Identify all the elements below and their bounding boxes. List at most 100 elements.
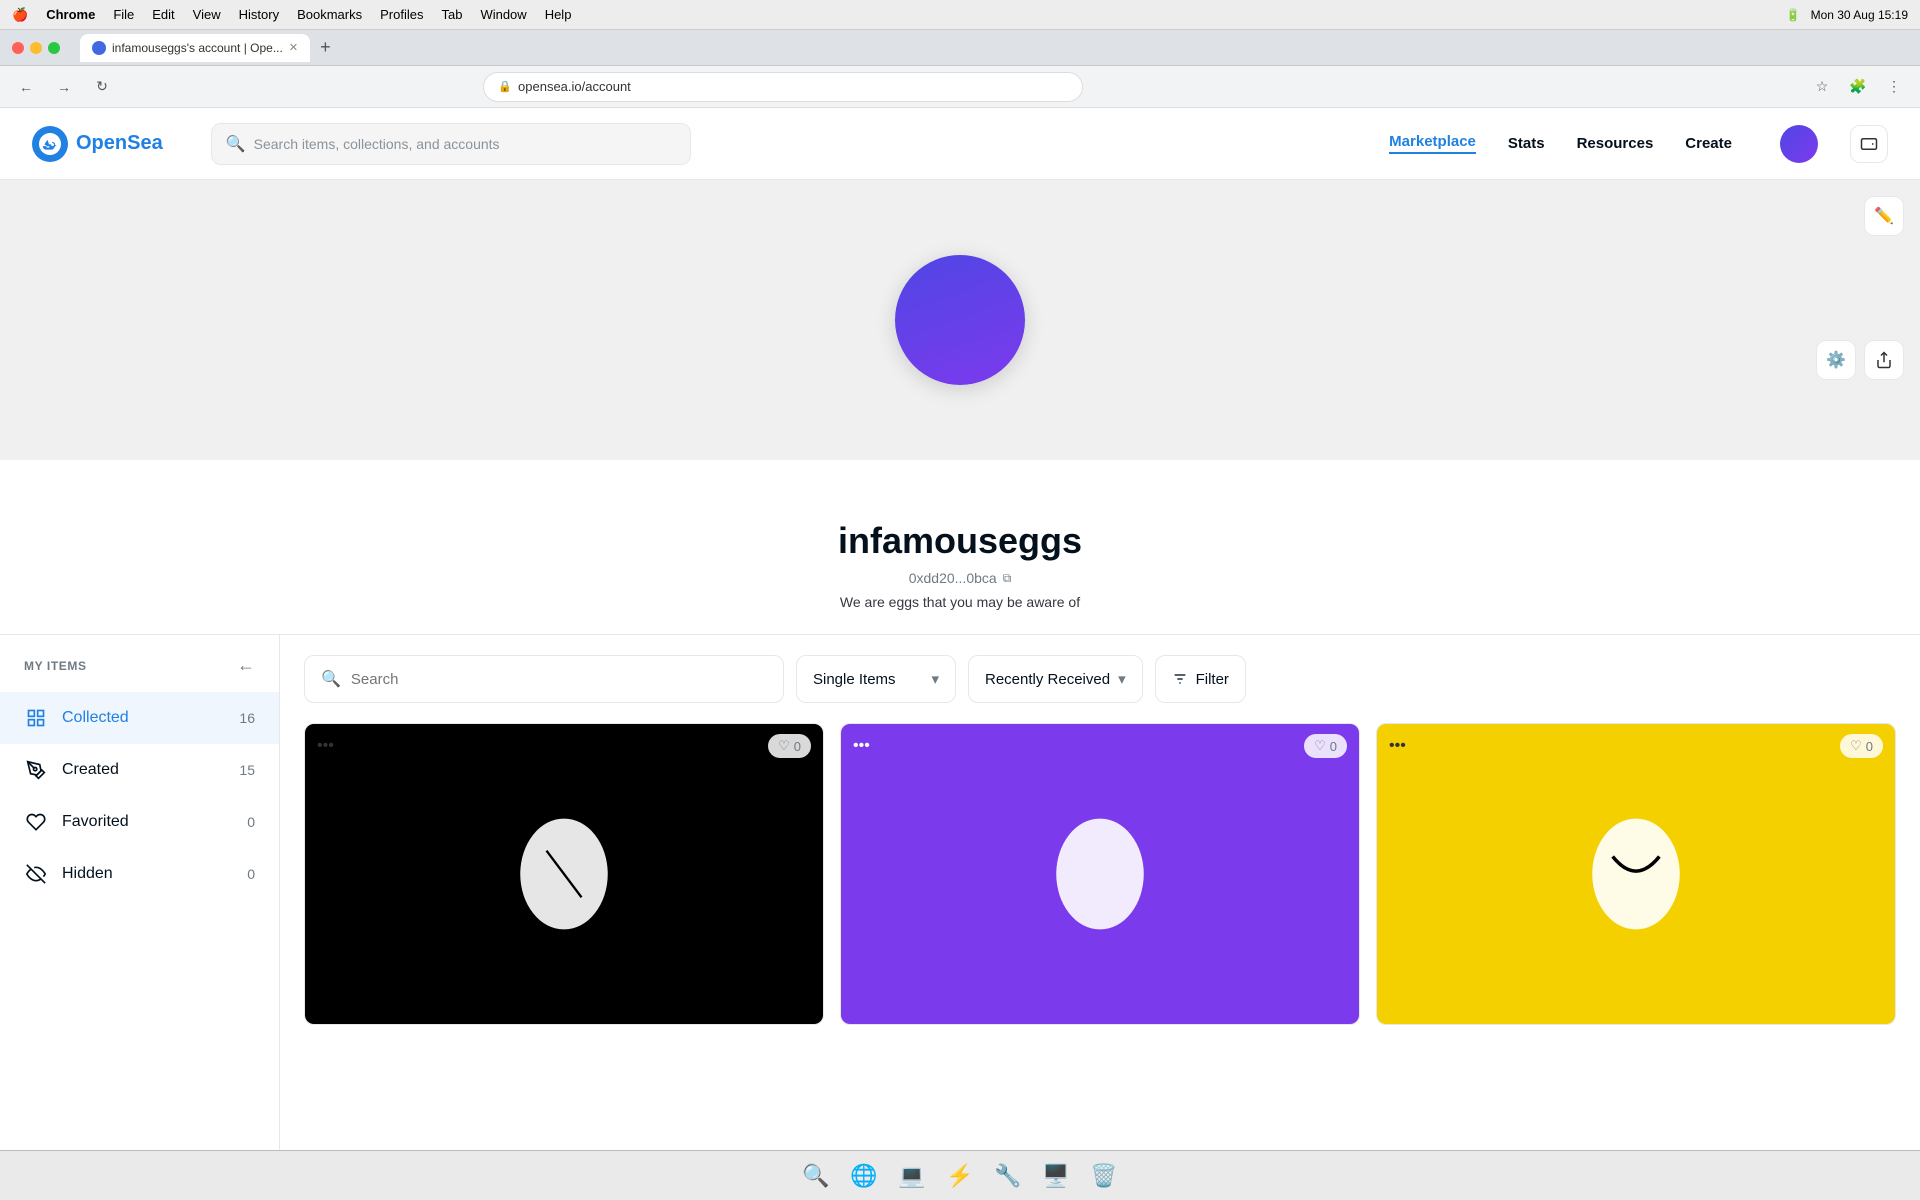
tab-bar: infamouseggs's account | Ope... ✕ + xyxy=(80,34,1908,62)
menu-help[interactable]: Help xyxy=(545,7,572,22)
profile-address[interactable]: 0xdd20...0bca ⧉ xyxy=(909,570,1012,586)
nft-card-3[interactable]: ••• ♡ 0 xyxy=(1376,723,1896,1025)
opensea-logo-icon xyxy=(32,126,68,162)
sidebar-collapse-button[interactable]: ← xyxy=(237,655,255,676)
menu-bookmarks[interactable]: Bookmarks xyxy=(297,7,362,22)
menu-file[interactable]: File xyxy=(113,7,134,22)
menu-window[interactable]: Window xyxy=(480,7,526,22)
user-avatar[interactable] xyxy=(1780,125,1818,163)
nav-links: Marketplace Stats Resources Create xyxy=(1389,125,1888,163)
nft-card-1-like-count: 0 xyxy=(794,739,801,754)
nft-card-1-like[interactable]: ♡ 0 xyxy=(768,734,811,758)
maximize-button[interactable] xyxy=(48,42,60,54)
nft-grid: ••• ♡ 0 xyxy=(304,723,1896,1025)
main-content: MY ITEMS ← Collected 16 xyxy=(0,635,1920,1150)
nft-card-2-like-count: 0 xyxy=(1330,739,1337,754)
bookmark-button[interactable]: ☆ xyxy=(1808,73,1836,101)
nft-card-2-header: ••• ♡ 0 xyxy=(841,724,1359,768)
menu-profiles[interactable]: Profiles xyxy=(380,7,423,22)
nft-card-2[interactable]: ••• ♡ 0 xyxy=(840,723,1360,1025)
dock-chrome[interactable]: 🌐 xyxy=(846,1158,882,1194)
sidebar-item-created[interactable]: Created 15 xyxy=(0,744,279,796)
tab-close-button[interactable]: ✕ xyxy=(289,41,298,54)
filter-button[interactable]: Filter xyxy=(1155,655,1246,703)
sidebar-favorited-count: 0 xyxy=(247,814,255,830)
macos-menubar: 🍎 Chrome File Edit View History Bookmark… xyxy=(0,0,1920,30)
settings-button[interactable]: ⚙️ xyxy=(1816,340,1856,380)
nav-resources[interactable]: Resources xyxy=(1577,135,1654,152)
sidebar-hidden-count: 0 xyxy=(247,866,255,882)
active-tab[interactable]: infamouseggs's account | Ope... ✕ xyxy=(80,34,310,62)
search-input[interactable] xyxy=(254,136,676,152)
dock-settings[interactable]: 🔧 xyxy=(990,1158,1026,1194)
reload-button[interactable]: ↻ xyxy=(88,73,116,101)
dock-finder[interactable]: 🔍 xyxy=(798,1158,834,1194)
app-name[interactable]: Chrome xyxy=(46,7,95,22)
sidebar-hidden-label: Hidden xyxy=(62,865,113,883)
share-button[interactable] xyxy=(1864,340,1904,380)
items-toolbar: 🔍 Single Items ▾ Recently Received ▾ xyxy=(304,655,1896,703)
single-items-dropdown[interactable]: Single Items ▾ xyxy=(796,655,956,703)
copy-address-icon[interactable]: ⧉ xyxy=(1003,571,1012,586)
back-button[interactable]: ← xyxy=(12,73,40,101)
nav-create[interactable]: Create xyxy=(1685,135,1732,152)
menu-edit[interactable]: Edit xyxy=(152,7,174,22)
close-button[interactable] xyxy=(12,42,24,54)
sidebar-created-label: Created xyxy=(62,761,119,779)
recently-received-dropdown[interactable]: Recently Received ▾ xyxy=(968,655,1143,703)
nav-search[interactable]: 🔍 xyxy=(211,123,691,165)
nav-marketplace[interactable]: Marketplace xyxy=(1389,133,1476,154)
menubar-right: 🔋 Mon 30 Aug 15:19 xyxy=(1786,8,1908,22)
forward-button[interactable]: → xyxy=(50,73,78,101)
edit-profile-button[interactable]: ✏️ xyxy=(1864,196,1904,236)
page-content: OpenSea 🔍 Marketplace Stats Resources Cr… xyxy=(0,108,1920,1150)
nft-card-3-menu[interactable]: ••• xyxy=(1389,737,1406,755)
nft-card-1-header: ••• ♡ 0 xyxy=(305,724,823,768)
sidebar-header: MY ITEMS ← xyxy=(0,655,279,692)
sidebar-collected-label: Collected xyxy=(62,709,129,727)
chrome-titlebar: infamouseggs's account | Ope... ✕ + xyxy=(0,30,1920,66)
wallet-button[interactable] xyxy=(1850,125,1888,163)
sidebar-item-hidden[interactable]: Hidden 0 xyxy=(0,848,279,900)
items-search-input[interactable] xyxy=(351,671,767,688)
minimize-button[interactable] xyxy=(30,42,42,54)
nft-card-2-menu[interactable]: ••• xyxy=(853,737,870,755)
profile-header: ✏️ ⚙️ xyxy=(0,180,1920,460)
sidebar-favorited-label: Favorited xyxy=(62,813,129,831)
nft-card-2-image xyxy=(841,724,1359,1024)
macos-dock: 🔍 🌐 💻 ⚡ 🔧 🖥️ 🗑️ xyxy=(0,1150,1920,1200)
heart-icon-small: ♡ xyxy=(778,738,790,754)
menu-tab[interactable]: Tab xyxy=(441,7,462,22)
chevron-down-icon-2: ▾ xyxy=(1118,670,1126,688)
extensions-button[interactable]: 🧩 xyxy=(1844,73,1872,101)
filter-label: Filter xyxy=(1196,671,1229,688)
dock-terminal[interactable]: 💻 xyxy=(894,1158,930,1194)
items-search[interactable]: 🔍 xyxy=(304,655,784,703)
nft-card-1[interactable]: ••• ♡ 0 xyxy=(304,723,824,1025)
nav-stats[interactable]: Stats xyxy=(1508,135,1545,152)
address-input[interactable]: 🔒 opensea.io/account xyxy=(483,72,1083,102)
apple-menu[interactable]: 🍎 xyxy=(12,7,28,23)
dock-trash[interactable]: 🗑️ xyxy=(1086,1158,1122,1194)
nft-card-3-like[interactable]: ♡ 0 xyxy=(1840,734,1883,758)
opensea-logo[interactable]: OpenSea xyxy=(32,126,163,162)
sidebar-title: MY ITEMS xyxy=(24,659,87,673)
new-tab-button[interactable]: + xyxy=(320,37,331,58)
lock-icon: 🔒 xyxy=(498,80,512,93)
sidebar-item-favorited[interactable]: Favorited 0 xyxy=(0,796,279,848)
chevron-down-icon: ▾ xyxy=(931,670,939,688)
profile-avatar xyxy=(895,255,1025,385)
tab-title: infamouseggs's account | Ope... xyxy=(112,41,283,55)
menu-history[interactable]: History xyxy=(239,7,279,22)
nft-card-2-like[interactable]: ♡ 0 xyxy=(1304,734,1347,758)
profile-action-buttons: ⚙️ xyxy=(1816,340,1904,380)
menu-view[interactable]: View xyxy=(193,7,221,22)
dock-flash[interactable]: ⚡ xyxy=(942,1158,978,1194)
nft-card-1-menu[interactable]: ••• xyxy=(317,737,334,755)
heart-icon xyxy=(24,810,48,834)
sidebar-item-collected[interactable]: Collected 16 xyxy=(0,692,279,744)
chrome-menu-button[interactable]: ⋮ xyxy=(1880,73,1908,101)
nft-card-3-image xyxy=(1377,724,1895,1024)
dock-monitor[interactable]: 🖥️ xyxy=(1038,1158,1074,1194)
battery-icon: 🔋 xyxy=(1786,8,1801,22)
